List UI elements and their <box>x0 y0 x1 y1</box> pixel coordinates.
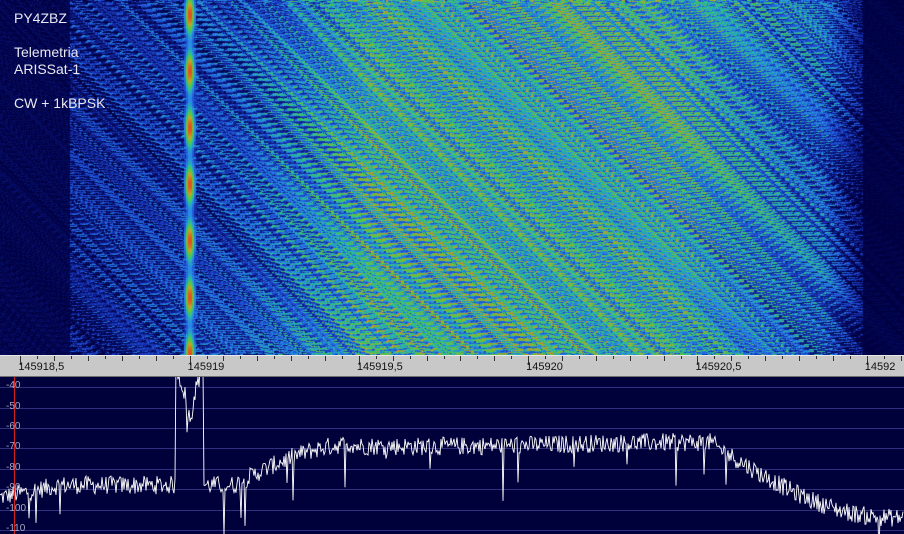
db-label-minus-110: -110 <box>6 522 26 534</box>
waterfall-canvas[interactable] <box>0 0 904 355</box>
frequency-ruler[interactable]: 145918,5 145919 145919,5 145920 145920,5… <box>0 355 904 377</box>
db-label-minus-50: -50 <box>6 400 21 412</box>
ruler-label-145919: 145919 <box>187 361 225 373</box>
mode-title-label: Telemetria <box>14 44 79 60</box>
ruler-label-145919-5: 145919,5 <box>356 361 403 373</box>
callsign-label: PY4ZBZ <box>14 10 67 26</box>
db-label-minus-90: -90 <box>6 482 21 494</box>
sdr-app: PY4ZBZ Telemetria ARISSat-1 CW + 1kBPSK … <box>0 0 904 534</box>
overlay-spacer <box>14 78 105 95</box>
ruler-label-145918-5: 145918,5 <box>18 361 65 373</box>
db-label-minus-80: -80 <box>6 461 21 473</box>
spectrum-display[interactable]: -40 -50 -60 -70 -80 -90 -100 -110 <box>0 377 904 534</box>
spectrum-plot[interactable] <box>0 377 904 534</box>
waterfall-display[interactable]: PY4ZBZ Telemetria ARISSat-1 CW + 1kBPSK <box>0 0 904 355</box>
satellite-label: ARISSat-1 <box>14 61 81 77</box>
ruler-label-145920-5: 145920,5 <box>695 361 742 373</box>
ruler-label-145920: 145920 <box>526 361 563 373</box>
ruler-ticks <box>20 356 902 365</box>
modulation-label: CW + 1kBPSK <box>14 95 106 111</box>
db-label-minus-100: -100 <box>6 502 27 514</box>
overlay-spacer <box>14 27 105 44</box>
db-label-minus-70: -70 <box>6 441 21 453</box>
waterfall-overlay-text: PY4ZBZ Telemetria ARISSat-1 CW + 1kBPSK <box>14 10 105 112</box>
db-label-minus-60: -60 <box>6 420 21 432</box>
ruler-label-145921: 14592 <box>864 361 896 373</box>
db-label-minus-40: -40 <box>6 380 21 392</box>
